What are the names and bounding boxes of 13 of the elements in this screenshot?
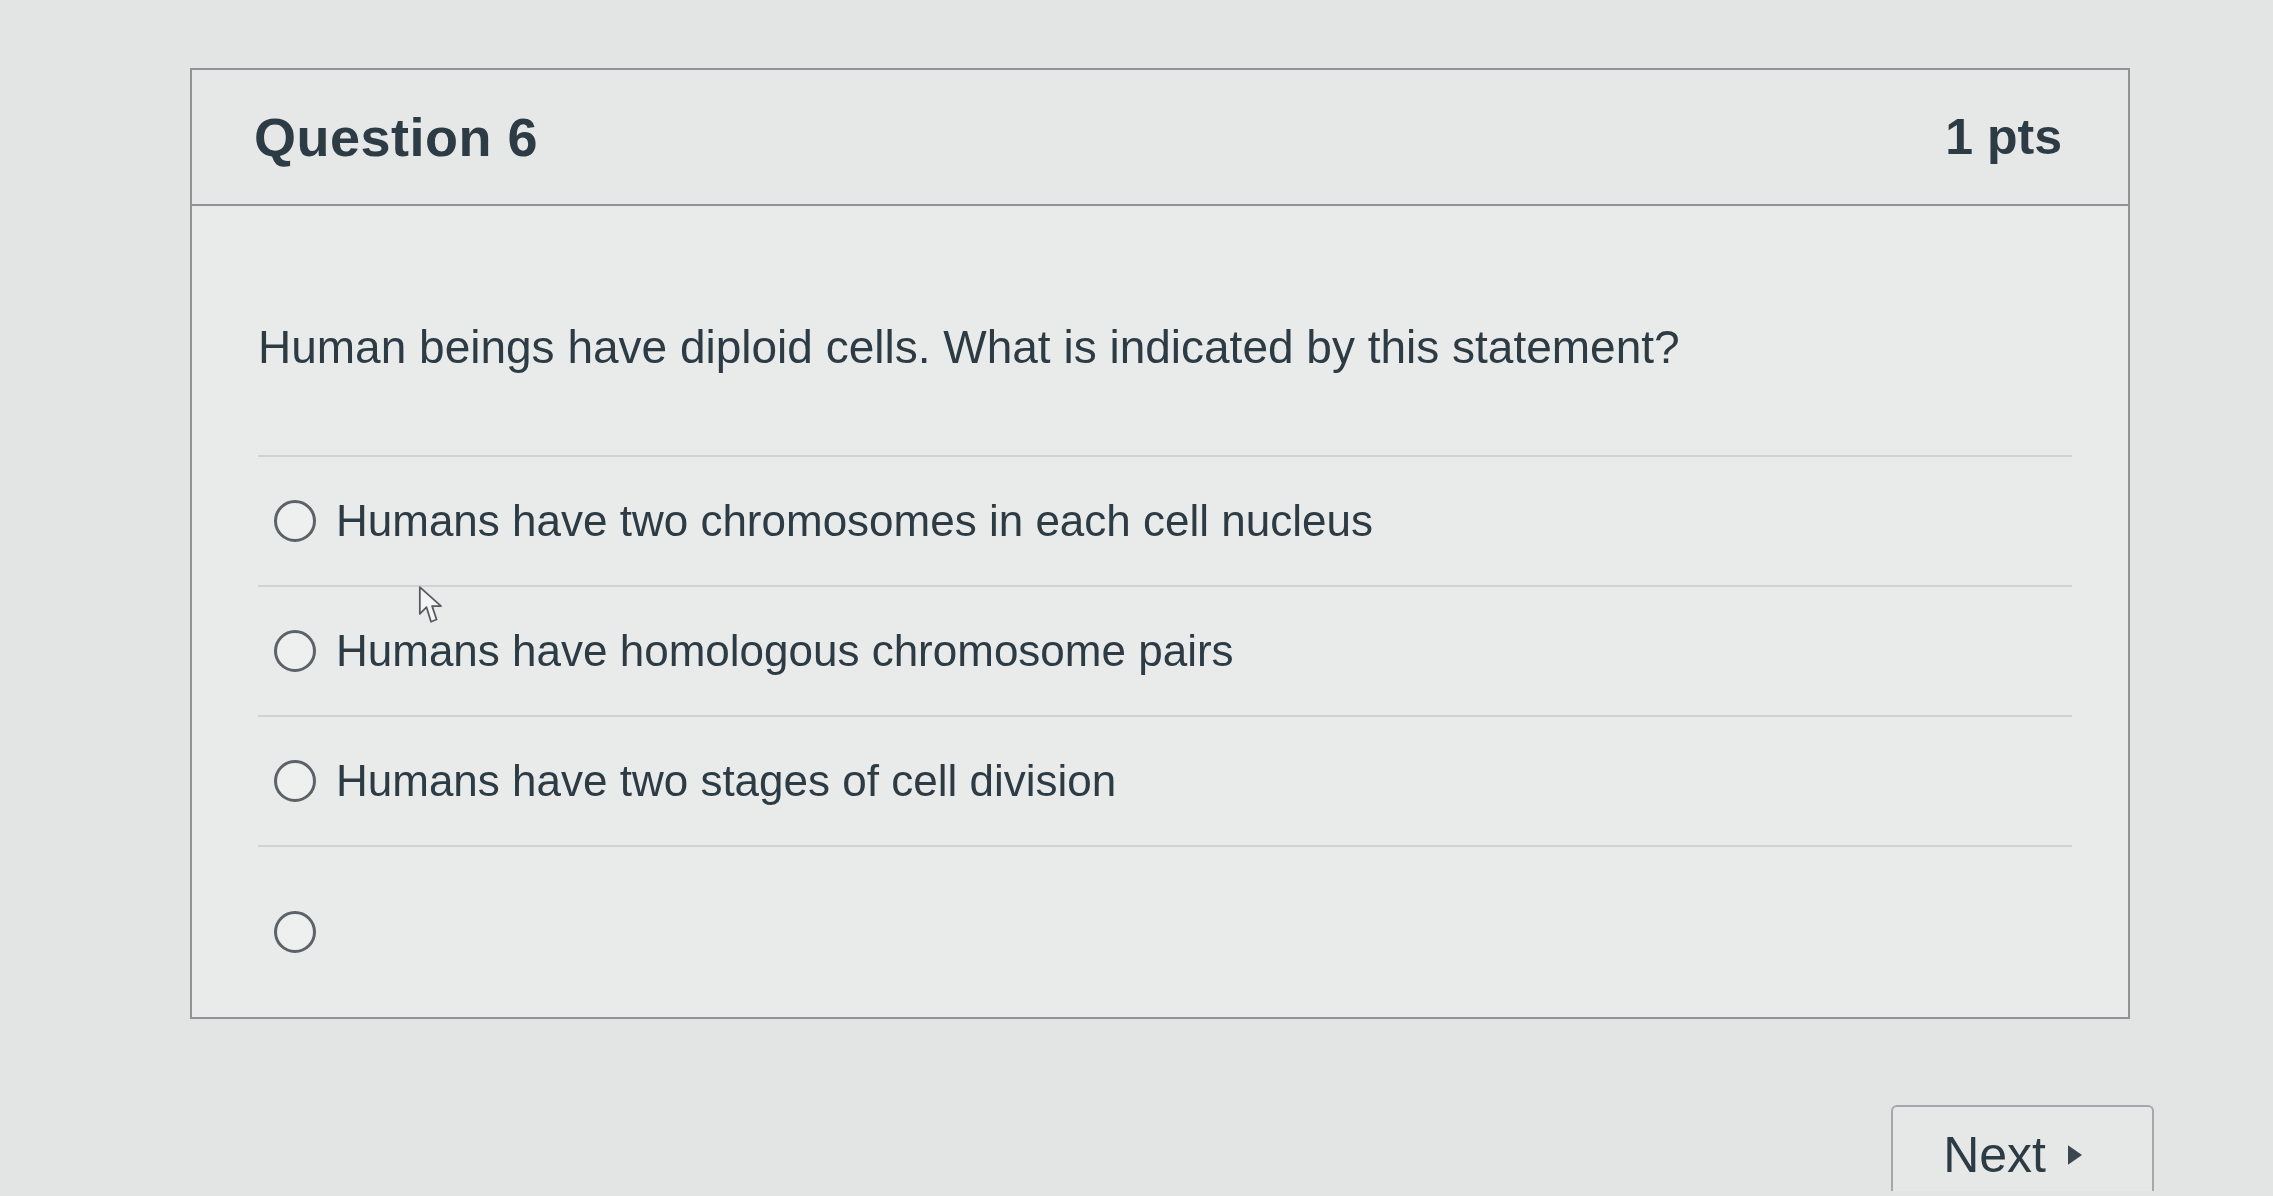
answer-label: Humans have two stages of cell division bbox=[336, 759, 1117, 804]
next-button[interactable]: Next bbox=[1891, 1105, 2154, 1192]
radio-button[interactable] bbox=[274, 911, 316, 954]
question-title: Question 6 bbox=[254, 106, 539, 168]
answer-label: Humans have homologous chromosome pairs bbox=[336, 629, 1234, 674]
answer-label: Humans have two chromosomes in each cell nucleus bbox=[336, 499, 1373, 544]
radio-button[interactable] bbox=[274, 760, 316, 803]
radio-button[interactable] bbox=[274, 500, 316, 543]
caret-icon bbox=[2068, 1145, 2082, 1166]
radio-button[interactable] bbox=[274, 630, 316, 673]
question-text: Human beings have diploid cells. What is indicated by this statement? bbox=[258, 206, 2072, 458]
mouse-pointer-icon bbox=[418, 586, 444, 624]
points-label: 1 pts bbox=[1945, 108, 2062, 166]
